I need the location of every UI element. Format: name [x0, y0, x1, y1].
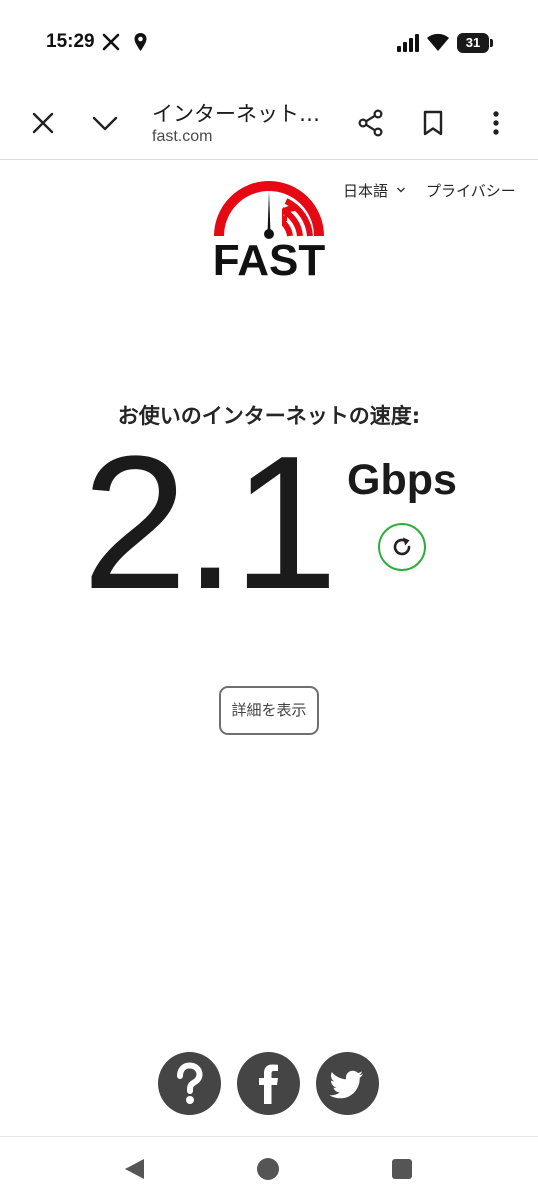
browser-toolbar: インターネット… fast.com — [0, 86, 538, 160]
cell-signal-icon — [397, 34, 419, 52]
system-nav-bar — [0, 1136, 538, 1200]
speed-value: 2.1 — [82, 417, 338, 629]
status-bar: 15:29 31 — [0, 0, 538, 86]
show-details-button[interactable]: 詳細を表示 — [219, 686, 319, 735]
location-pin-icon — [134, 33, 147, 51]
bookmark-icon[interactable] — [418, 108, 448, 138]
x-app-icon — [102, 33, 120, 51]
speedometer-icon — [214, 181, 324, 240]
chevron-down-icon — [396, 187, 405, 193]
battery-level: 31 — [465, 35, 481, 50]
help-button[interactable] — [158, 1052, 221, 1115]
facebook-icon — [259, 1064, 278, 1104]
close-icon[interactable] — [28, 108, 58, 138]
chevron-down-icon[interactable] — [90, 108, 120, 138]
logo-text: FAST — [212, 236, 326, 285]
language-selector[interactable]: 日本語 — [343, 180, 406, 201]
help-icon — [177, 1062, 203, 1104]
language-label: 日本語 — [343, 182, 389, 200]
twitter-button[interactable] — [316, 1052, 379, 1115]
nav-home-icon[interactable] — [256, 1157, 280, 1181]
refresh-button[interactable] — [378, 523, 426, 571]
nav-back-icon[interactable] — [122, 1157, 146, 1181]
status-time: 15:29 — [46, 31, 95, 52]
refresh-icon — [393, 537, 411, 556]
facebook-button[interactable] — [237, 1052, 300, 1115]
page-title[interactable]: インターネット… — [152, 98, 320, 128]
more-vert-icon[interactable] — [481, 108, 511, 138]
nav-recents-icon[interactable] — [391, 1158, 413, 1180]
battery-icon: 31 — [457, 33, 493, 53]
privacy-link[interactable]: プライバシー — [426, 180, 516, 201]
twitter-icon — [329, 1070, 363, 1099]
share-icon[interactable] — [356, 108, 386, 138]
fast-logo[interactable]: FAST — [210, 176, 328, 285]
wifi-icon — [427, 33, 449, 51]
speed-unit: Gbps — [347, 456, 457, 504]
page-url[interactable]: fast.com — [152, 128, 212, 146]
